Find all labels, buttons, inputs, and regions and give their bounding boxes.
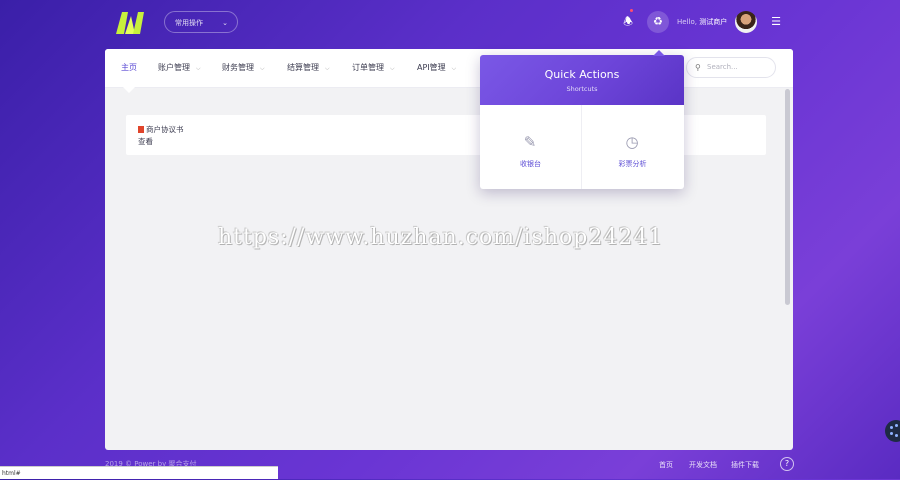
avatar[interactable]: [735, 11, 757, 33]
nav-item-label: API管理: [417, 63, 446, 72]
nav-item-orders[interactable]: 订单管理 ⌵: [352, 49, 395, 87]
nav-item-label: 财务管理: [222, 63, 254, 72]
pdf-icon: [138, 126, 144, 133]
nav-item-home[interactable]: 主页: [121, 49, 137, 93]
notice-title-text: 商户协议书: [146, 125, 184, 134]
popup-arrow: [653, 50, 665, 56]
search-icon: ⚲: [695, 63, 701, 72]
nav-item-label: 账户管理: [158, 63, 190, 72]
nav-item-account[interactable]: 账户管理 ⌵: [158, 49, 201, 87]
quick-action-lottery[interactable]: ◷ 彩票分析: [582, 105, 683, 189]
menu-button[interactable]: ☰: [765, 11, 787, 33]
cashier-icon: ✎: [523, 133, 537, 151]
user-greeting[interactable]: Hello, 测试商户: [677, 17, 727, 27]
nav-item-label: 结算管理: [287, 63, 319, 72]
chevron-down-icon: ⌄: [222, 19, 228, 27]
nav-item-api[interactable]: API管理 ⌵: [417, 49, 456, 87]
user-name: 测试商户: [699, 18, 728, 26]
search-placeholder: Search...: [707, 63, 738, 71]
quick-actions-button[interactable]: ♻: [647, 11, 669, 33]
nav-item-finance[interactable]: 财务管理 ⌵: [222, 49, 265, 87]
nav-item-label: 订单管理: [352, 63, 384, 72]
footer-link-plugins[interactable]: 插件下载: [731, 460, 759, 470]
footer-link-docs[interactable]: 开发文档: [689, 460, 717, 470]
chevron-down-icon: ⌵: [325, 65, 330, 72]
footer-link-home[interactable]: 首页: [659, 460, 673, 470]
quick-action-label: 彩票分析: [618, 160, 647, 168]
quick-actions-title: Quick Actions: [544, 68, 620, 81]
quick-actions-header: Quick Actions Shortcuts: [480, 55, 684, 105]
active-pointer: [123, 87, 135, 93]
chevron-down-icon: ⌵: [451, 65, 457, 72]
nav-item-settlement[interactable]: 结算管理 ⌵: [287, 49, 330, 87]
browser-status-bar: html#: [0, 466, 278, 479]
scrollbar[interactable]: [785, 89, 790, 305]
greeting-prefix: Hello,: [677, 18, 697, 26]
notice-title[interactable]: 商户协议书: [138, 124, 184, 135]
brand-logo-icon[interactable]: [116, 12, 144, 34]
quick-actions-dropdown[interactable]: 常用操作 ⌄: [164, 11, 238, 33]
quick-action-cashier[interactable]: ✎ 收银台: [480, 105, 582, 189]
quick-actions-subtitle: Shortcuts: [566, 85, 598, 93]
list-menu-icon: ☰: [771, 15, 781, 28]
bell-icon: 🕭: [623, 15, 633, 28]
top-bar: 常用操作 ⌄ 🕭 ♻ Hello, 测试商户 ☰: [0, 0, 900, 46]
help-icon[interactable]: ?: [780, 457, 794, 471]
nav-item-label: 主页: [121, 63, 137, 72]
watermark: https://www.huzhan.com/ishop24241: [218, 225, 664, 250]
quick-actions-popup: Quick Actions Shortcuts ✎ 收银台 ◷ 彩票分析: [480, 55, 684, 189]
floating-apps-button[interactable]: [885, 420, 900, 442]
notification-dot: [630, 9, 633, 12]
chevron-down-icon: ⌵: [260, 65, 265, 72]
quick-actions-dropdown-label: 常用操作: [175, 19, 203, 27]
search-input[interactable]: ⚲ Search...: [686, 57, 776, 78]
notification-button[interactable]: 🕭: [617, 9, 639, 33]
chevron-down-icon: ⌵: [390, 65, 395, 72]
lottery-icon: ◷: [625, 133, 639, 151]
notice-view-link[interactable]: 查看: [138, 136, 153, 147]
quick-action-label: 收银台: [520, 160, 541, 168]
chevron-down-icon: ⌵: [196, 65, 201, 72]
main-nav: 主页 账户管理 ⌵ 财务管理 ⌵ 结算管理 ⌵ 订单管理 ⌵ API管理 ⌵ ⚲ Sear…: [105, 49, 793, 93]
recycle-icon: ♻: [653, 15, 663, 28]
